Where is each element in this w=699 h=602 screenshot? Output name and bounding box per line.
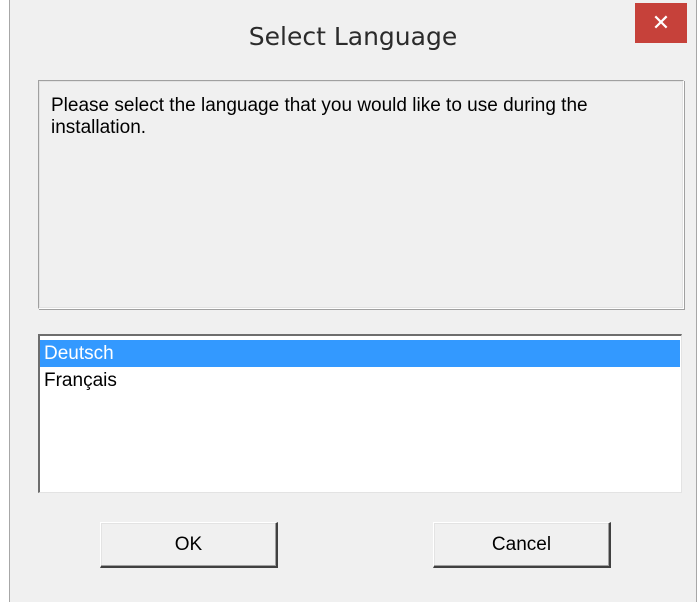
language-listbox[interactable]: Deutsch Français [38, 334, 682, 493]
close-button[interactable]: ✕ [635, 3, 687, 43]
cancel-button[interactable]: Cancel [433, 522, 611, 568]
title-bar[interactable]: Select Language ✕ [10, 0, 696, 78]
ok-button[interactable]: OK [100, 522, 278, 568]
instruction-text: Please select the language that you woul… [51, 95, 588, 138]
cancel-button-label: Cancel [491, 533, 552, 555]
window-title: Select Language [248, 22, 458, 51]
message-panel: Please select the language that you woul… [38, 80, 684, 309]
list-item-francais[interactable]: Français [40, 367, 680, 394]
select-language-dialog: Select Language ✕ Please select the lang… [9, 0, 697, 602]
list-item-deutsch[interactable]: Deutsch [40, 340, 680, 367]
ok-button-label: OK [174, 533, 203, 555]
close-icon: ✕ [651, 10, 671, 36]
